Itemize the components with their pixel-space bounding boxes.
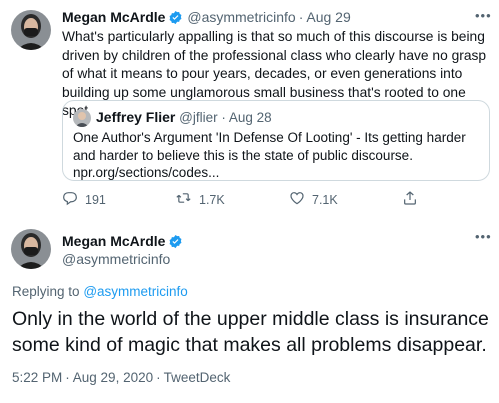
separator-dot: · (298, 9, 304, 25)
separator-dot: · (156, 370, 161, 385)
tweet-actions: 191 1.7K 7.1K (62, 190, 492, 210)
tweet-date[interactable]: Aug 29 (306, 9, 350, 25)
quote-text: One Author's Argument 'In Defense Of Loo… (73, 129, 483, 182)
quote-header: Jeffrey Flier @jflier · Aug 28 (96, 109, 272, 125)
like-button[interactable]: 7.1K (289, 190, 338, 209)
like-icon (289, 190, 312, 209)
tweet-author: Megan McArdle (62, 233, 183, 252)
separator-dot: · (217, 110, 229, 125)
separator-dot: · (65, 370, 70, 385)
tweet-time[interactable]: 5:22 PM (12, 370, 62, 385)
tweet-text: Only in the world of the upper middle cl… (12, 308, 489, 356)
quote-author-handle: @jflier (179, 110, 218, 125)
author-name[interactable]: Megan McArdle (62, 9, 165, 25)
reply-button[interactable]: 191 (62, 190, 106, 209)
more-icon[interactable]: ••• (475, 229, 492, 244)
replying-to-link[interactable]: @asymmetricinfo (83, 284, 187, 299)
author-handle[interactable]: @asymmetricinfo (62, 251, 170, 267)
verified-icon (168, 234, 183, 252)
author-name[interactable]: Megan McArdle (62, 233, 165, 249)
retweet-icon (175, 190, 199, 209)
retweet-button[interactable]: 1.7K (175, 190, 225, 209)
tweet-client[interactable]: TweetDeck (164, 370, 231, 385)
share-button[interactable] (402, 190, 425, 209)
tweet-meta: 5:22 PM · Aug 29, 2020 · TweetDeck (12, 370, 230, 385)
reply-count: 191 (85, 192, 106, 207)
replying-prefix: Replying to (12, 284, 80, 299)
reply-icon (62, 190, 85, 209)
verified-icon (168, 10, 183, 28)
more-icon[interactable]: ••• (475, 8, 492, 23)
quote-tweet-card[interactable]: Jeffrey Flier @jflier · Aug 28 One Autho… (62, 100, 490, 181)
quote-author-name: Jeffrey Flier (96, 109, 176, 125)
replying-to: Replying to @asymmetricinfo (12, 284, 188, 299)
retweet-count: 1.7K (199, 192, 225, 207)
quote-date: Aug 28 (228, 110, 272, 125)
avatar[interactable] (11, 229, 51, 269)
quote-link: npr.org/sections/codes... (73, 165, 220, 180)
quote-avatar (73, 109, 91, 127)
tweet-date[interactable]: Aug 29, 2020 (73, 370, 153, 385)
share-icon (402, 190, 425, 209)
avatar[interactable] (11, 10, 51, 50)
like-count: 7.1K (312, 192, 338, 207)
quote-body: One Author's Argument 'In Defense Of Loo… (73, 130, 466, 163)
author-handle[interactable]: @asymmetricinfo (187, 9, 295, 25)
tweet-header: Megan McArdle @asymmetricinfo · Aug 29 (62, 9, 351, 28)
